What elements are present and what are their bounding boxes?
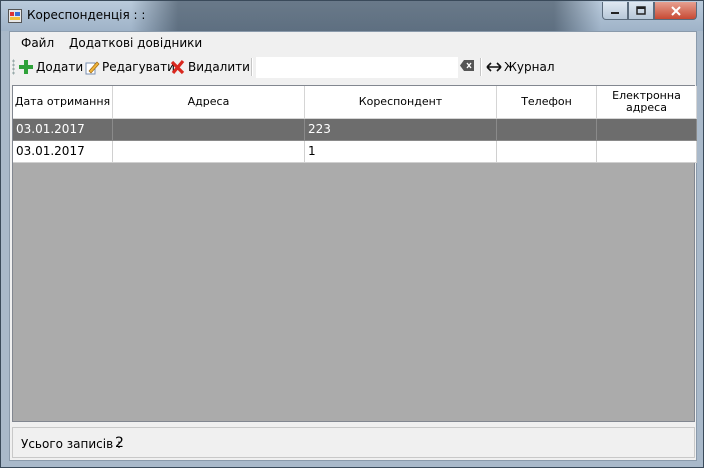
title-bar[interactable]: Кореспонденція : : — [1, 1, 703, 31]
column-header-address[interactable]: Адреса — [113, 86, 305, 119]
column-header-email[interactable]: Електронна адреса — [597, 86, 697, 119]
add-label: Додати — [36, 60, 84, 74]
total-records-count: 2 — [115, 435, 124, 451]
column-header-phone[interactable]: Телефон — [497, 86, 597, 119]
edit-label: Редагувати — [102, 60, 175, 74]
journal-label: Журнал — [504, 60, 555, 74]
toolbar-separator-2 — [480, 58, 482, 76]
background-strip — [131, 1, 601, 31]
cell-email[interactable] — [597, 141, 697, 163]
double-arrow-icon — [486, 62, 502, 72]
table-row[interactable]: 03.01.2017 223 — [13, 119, 697, 141]
cell-phone[interactable] — [497, 141, 597, 163]
cell-correspondent[interactable]: 1 — [305, 141, 497, 163]
menu-additional-references[interactable]: Додаткові довідники — [69, 36, 202, 50]
clear-input-icon[interactable] — [460, 60, 474, 71]
search-input[interactable] — [256, 57, 458, 78]
maximize-button[interactable] — [628, 2, 654, 20]
total-records-label: Усього записів : — [21, 437, 122, 451]
toolbar: Додати Редагувати Видалити Журнал — [10, 54, 696, 80]
cell-correspondent[interactable]: 223 — [305, 119, 497, 141]
cell-address[interactable] — [113, 119, 305, 141]
menu-file[interactable]: Файл — [21, 36, 54, 50]
grid-header: Дата отримання Адреса Кореспондент Телеф… — [13, 86, 697, 119]
table-row[interactable]: 03.01.2017 1 — [13, 141, 697, 163]
form-client-area: Файл Додаткові довідники Додати Редагува… — [9, 31, 697, 461]
toolbar-grip[interactable] — [12, 59, 15, 75]
delete-button[interactable]: Видалити — [170, 58, 250, 76]
plus-icon — [19, 60, 33, 74]
close-button[interactable] — [654, 2, 697, 20]
correspondence-grid[interactable]: Дата отримання Адреса Кореспондент Телеф… — [12, 85, 697, 422]
minimize-button[interactable] — [602, 2, 628, 20]
cell-date[interactable]: 03.01.2017 — [13, 119, 113, 141]
column-header-correspondent[interactable]: Кореспондент — [305, 86, 497, 119]
pencil-icon — [85, 61, 100, 75]
maximize-icon — [636, 6, 646, 15]
close-icon — [670, 5, 681, 16]
add-button[interactable]: Додати — [18, 58, 83, 76]
menu-bar: Файл Додаткові довідники — [10, 32, 696, 54]
journal-button[interactable]: Журнал — [486, 58, 555, 76]
cell-address[interactable] — [113, 141, 305, 163]
toolbar-separator — [251, 58, 253, 76]
column-header-date[interactable]: Дата отримання — [13, 86, 113, 119]
app-window: Кореспонденція : : Файл Додаткові довідн… — [0, 0, 704, 468]
delete-label: Видалити — [188, 60, 250, 74]
app-icon — [8, 9, 22, 23]
status-panel: Усього записів : 2 — [12, 427, 695, 458]
cell-date[interactable]: 03.01.2017 — [13, 141, 113, 163]
window-title: Кореспонденція : : — [27, 8, 146, 22]
cell-email[interactable] — [597, 119, 697, 141]
red-x-icon — [170, 59, 185, 75]
edit-button[interactable]: Редагувати — [84, 58, 175, 76]
minimize-icon — [611, 11, 619, 14]
cell-phone[interactable] — [497, 119, 597, 141]
